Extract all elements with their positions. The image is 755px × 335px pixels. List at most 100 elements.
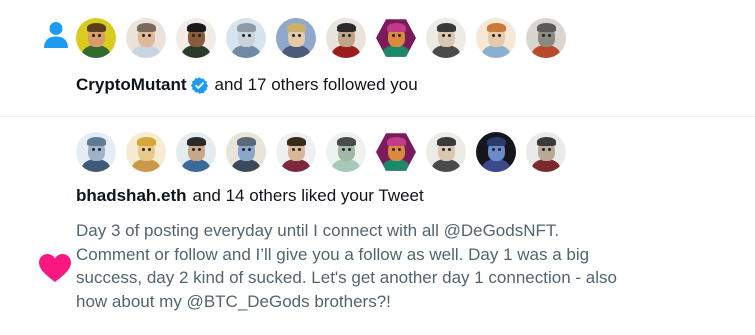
avatar-hair [287,137,306,146]
avatar-eye [242,34,245,37]
avatar-eye [492,34,495,37]
notification-text: CryptoMutant and 17 others followed you [76,74,735,96]
notification-rest-text: and 14 others liked your Tweet [192,186,424,205]
avatar-eye [398,148,401,151]
notifications-feed: CryptoMutant and 17 others followed you … [0,0,755,335]
notification-rest-text: and 17 others followed you [214,75,418,94]
avatar[interactable] [376,19,416,57]
avatar-eye [492,148,495,151]
username-link[interactable]: bhadshah.eth [76,185,187,207]
avatar-eye [448,34,451,37]
avatar-eye [298,34,301,37]
avatar-hair [187,137,206,146]
avatar-eye [248,148,251,151]
notification-gutter [0,117,76,335]
avatar-eye [142,148,145,151]
avatar-eye [142,34,145,37]
avatar-row [76,132,735,172]
avatar[interactable] [276,18,316,58]
avatar-hair [537,137,556,146]
avatar-eye [542,34,545,37]
avatar-hair [87,137,106,146]
avatar-eye [198,148,201,151]
avatar-hair [337,137,356,146]
avatar-eye [498,34,501,37]
avatar[interactable] [476,18,516,58]
notification-body: CryptoMutant and 17 others followed you [76,0,755,116]
avatar-hair [437,137,456,146]
avatar-hair [87,23,106,32]
avatar-eye [398,34,401,37]
avatar-eye [242,148,245,151]
tweet-text[interactable]: Day 3 of posting everyday until I connec… [76,219,636,313]
like-notification[interactable]: bhadshah.eth and 14 others liked your Tw… [0,117,755,335]
notification-gutter [0,0,76,116]
avatar[interactable] [526,132,566,172]
avatar-eye [192,148,195,151]
avatar-eye [348,34,351,37]
avatar-eye [548,34,551,37]
notification-text: bhadshah.eth and 14 others liked your Tw… [76,185,735,207]
avatar-eye [148,148,151,151]
avatar-eye [442,148,445,151]
avatar-hair [337,23,356,32]
avatar-row [76,18,735,58]
avatar-eye [92,148,95,151]
person-body [44,36,68,48]
notification-body: bhadshah.eth and 14 others liked your Tw… [76,117,755,335]
avatar-hair [237,137,256,146]
username-link[interactable]: CryptoMutant [76,74,186,96]
avatar[interactable] [426,18,466,58]
avatar[interactable] [476,132,516,172]
avatar-eye [292,148,295,151]
avatar-eye [542,148,545,151]
avatar-eye [98,34,101,37]
avatar-eye [192,34,195,37]
avatar[interactable] [126,18,166,58]
verified-badge-shape [191,76,209,94]
avatar[interactable] [326,132,366,172]
avatar-hair [437,23,456,32]
avatar[interactable] [426,132,466,172]
avatar-hair [137,137,156,146]
avatar-eye [148,34,151,37]
avatar[interactable] [326,18,366,58]
avatar[interactable] [226,18,266,58]
person-head [49,22,63,35]
avatar-eye [392,148,395,151]
avatar-hair [387,137,406,146]
avatar-eye [392,34,395,37]
avatar-hair [287,23,306,32]
avatar-eye [298,148,301,151]
avatar-eye [342,34,345,37]
avatar[interactable] [126,132,166,172]
avatar[interactable] [526,18,566,58]
avatar-eye [348,148,351,151]
avatar-eye [442,34,445,37]
avatar-eye [248,34,251,37]
avatar-eye [92,34,95,37]
avatar-eye [198,34,201,37]
avatar[interactable] [276,132,316,172]
heart-icon [39,254,71,282]
avatar-hair [487,137,506,146]
avatar-eye [448,148,451,151]
verified-badge-icon [191,76,209,94]
heart-shape [39,254,71,282]
avatar[interactable] [176,132,216,172]
avatar[interactable] [176,18,216,58]
follow-notification[interactable]: CryptoMutant and 17 others followed you [0,0,755,117]
avatar-hair [487,23,506,32]
avatar[interactable] [76,132,116,172]
person-icon [44,22,68,48]
avatar-eye [98,148,101,151]
avatar-eye [292,34,295,37]
avatar-hair [387,23,406,32]
avatar-hair [187,23,206,32]
avatar[interactable] [226,132,266,172]
avatar[interactable] [76,18,116,58]
avatar-hair [137,23,156,32]
avatar-eye [498,148,501,151]
avatar-eye [342,148,345,151]
avatar[interactable] [376,133,416,171]
